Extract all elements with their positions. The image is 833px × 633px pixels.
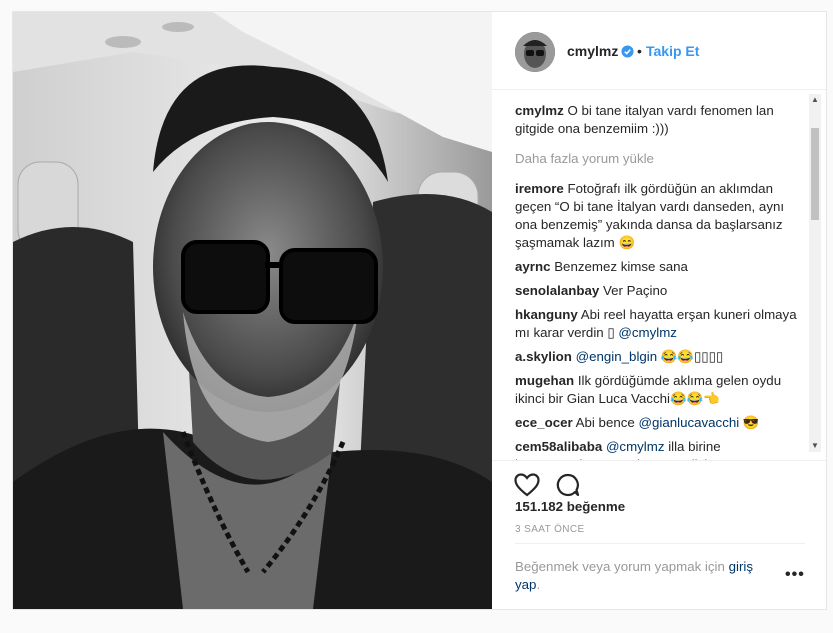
- login-footer: Beğenmek veya yorum yapmak için giriş ya…: [515, 543, 805, 610]
- more-options-button[interactable]: •••: [785, 566, 805, 584]
- timestamp[interactable]: 3 SAAT ÖNCE: [515, 524, 585, 535]
- caption: cmylmz O bi tane italyan vardı fenomen l…: [515, 102, 797, 138]
- comment-text: Ver Paçino: [602, 283, 668, 298]
- comment-item: hkanguny Abi reel hayatta erşan kuneri o…: [515, 306, 797, 342]
- header-separator: •: [637, 43, 642, 59]
- comment-username[interactable]: iremore: [515, 181, 564, 196]
- follow-button[interactable]: Takip Et: [646, 43, 699, 59]
- post-photo[interactable]: [13, 12, 492, 609]
- post-sidebar: cmylmz • Takip Et cmylmz O bi tane italy…: [492, 12, 826, 609]
- comment-username[interactable]: cem58alibaba: [515, 439, 602, 454]
- comments-scrollbar[interactable]: ▲ ▼: [809, 94, 821, 452]
- heart-icon[interactable]: [514, 473, 540, 497]
- comment-item: a.skylion @engin_blgin 😂😂▯▯▯▯: [515, 348, 797, 366]
- scroll-down-arrow-icon[interactable]: ▼: [809, 440, 821, 452]
- comment-item: ayrnc Benzemez kimse sana: [515, 258, 797, 276]
- comment-username[interactable]: hkanguny: [515, 307, 578, 322]
- comment-text: Benzemez kimse sana: [554, 259, 688, 274]
- comment-mention[interactable]: @gianlucavacchi: [638, 415, 739, 430]
- comment-suffix: 😎: [739, 415, 760, 430]
- like-count[interactable]: 151.182 beğenme: [515, 499, 625, 514]
- comment-item: ece_ocer Abi bence @gianlucavacchi 😎: [515, 414, 797, 432]
- comment-icon[interactable]: [556, 473, 580, 497]
- comment-item: iremore Fotoğrafı ilk gördüğün an aklımd…: [515, 180, 797, 252]
- photo-image: [13, 12, 492, 609]
- action-bar: [492, 460, 826, 500]
- load-more-comments-button[interactable]: Daha fazla yorum yükle: [515, 150, 797, 168]
- comments-list[interactable]: cmylmz O bi tane italyan vardı fenomen l…: [492, 90, 826, 460]
- comment-item: senolalanbay Ver Paçino: [515, 282, 797, 300]
- post-card: cmylmz • Takip Et cmylmz O bi tane italy…: [12, 11, 827, 610]
- comment-username[interactable]: ece_ocer: [515, 415, 573, 430]
- comment-text: Abi bence: [575, 415, 639, 430]
- comment-item: cem58alibaba @cmylmz illa birine benzeye…: [515, 438, 797, 460]
- post-header: cmylmz • Takip Et: [492, 12, 826, 90]
- caption-username[interactable]: cmylmz: [515, 103, 564, 118]
- comment-username[interactable]: senolalanbay: [515, 283, 599, 298]
- verified-badge-icon: [621, 45, 634, 58]
- comment-mention[interactable]: @cmylmz: [618, 325, 677, 340]
- scroll-up-arrow-icon[interactable]: ▲: [809, 94, 821, 106]
- scrollbar-thumb[interactable]: [811, 128, 819, 220]
- login-prompt: Beğenmek veya yorum yapmak için giriş ya…: [515, 558, 765, 594]
- comment-item: mugehan Ilk gördüğümde aklıma gelen oydu…: [515, 372, 797, 408]
- avatar[interactable]: [515, 32, 555, 72]
- comment-username[interactable]: a.skylion: [515, 349, 572, 364]
- comment-username[interactable]: ayrnc: [515, 259, 550, 274]
- comment-username[interactable]: mugehan: [515, 373, 574, 388]
- comment-mention[interactable]: @cmylmz: [606, 439, 665, 454]
- comment-mention[interactable]: @engin_blgin: [576, 349, 658, 364]
- login-prompt-text: Beğenmek veya yorum yapmak için: [515, 559, 729, 574]
- login-prompt-suffix: .: [536, 577, 541, 592]
- avatar-image: [515, 32, 555, 72]
- header-username[interactable]: cmylmz: [567, 43, 618, 59]
- comment-text: 😂😂▯▯▯▯: [657, 349, 724, 364]
